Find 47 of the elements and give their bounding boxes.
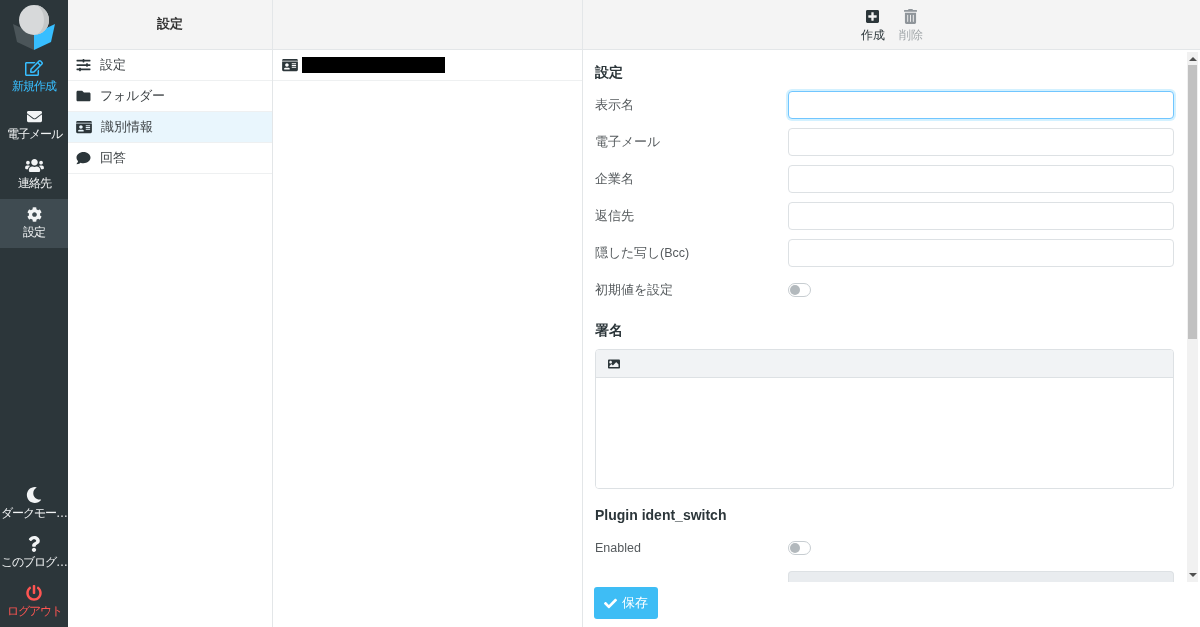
nav-item[interactable]: このブログ… [0,528,68,577]
folder-icon [76,89,91,103]
toolbar-button[interactable]: 作成 [854,8,891,42]
nav-item[interactable]: ログアウト [0,577,68,626]
toggle-switch[interactable] [788,283,811,297]
field-label: 返信先 [595,207,635,225]
text-field[interactable] [788,165,1174,193]
power-icon [26,584,42,601]
text-field[interactable] [788,239,1174,267]
id-card-icon [76,120,92,134]
sliders-icon [76,58,91,72]
toggle-switch[interactable] [788,541,811,555]
people-icon [24,158,44,173]
envelope-icon [26,109,42,124]
question-mark-icon [28,535,40,552]
edit-icon [25,59,43,76]
section-title: 署名 [595,321,624,340]
section-title: Plugin ident_switch [595,506,728,525]
gear-icon [26,207,42,222]
check-icon [604,596,617,610]
scroll-up-icon[interactable] [1188,57,1197,61]
scrollbar[interactable] [1187,52,1198,582]
trash-icon [904,8,917,24]
field-label: 表示名 [595,96,635,114]
nav-item[interactable]: 設定 [0,199,68,248]
field-label: 企業名 [595,170,635,188]
text-field[interactable] [788,128,1174,156]
panel-title: 設定 [157,16,183,34]
settings-menu-item[interactable]: 識別情報 [68,112,272,143]
text-field[interactable] [788,91,1174,119]
section-title: 設定 [595,63,624,82]
text-field[interactable] [788,202,1174,230]
nav-item[interactable]: ダークモー… [0,479,68,528]
scroll-down-icon[interactable] [1188,573,1197,577]
nav-item[interactable]: 連絡先 [0,150,68,199]
field-label: Enabled [595,539,642,557]
image-icon[interactable] [607,357,621,370]
logo-icon [12,4,56,50]
field-label: 隠した写し(Bcc) [595,244,691,262]
nav-item[interactable]: 新規作成 [0,52,68,101]
speech-bubble-icon [76,151,91,165]
field-label: 電子メール [595,133,661,151]
field-label: 初期値を設定 [595,281,674,299]
moon-icon [26,486,42,503]
scrollbar-thumb[interactable] [1188,65,1197,339]
nav-item[interactable]: 電子メール [0,101,68,150]
id-card-icon [282,58,298,72]
